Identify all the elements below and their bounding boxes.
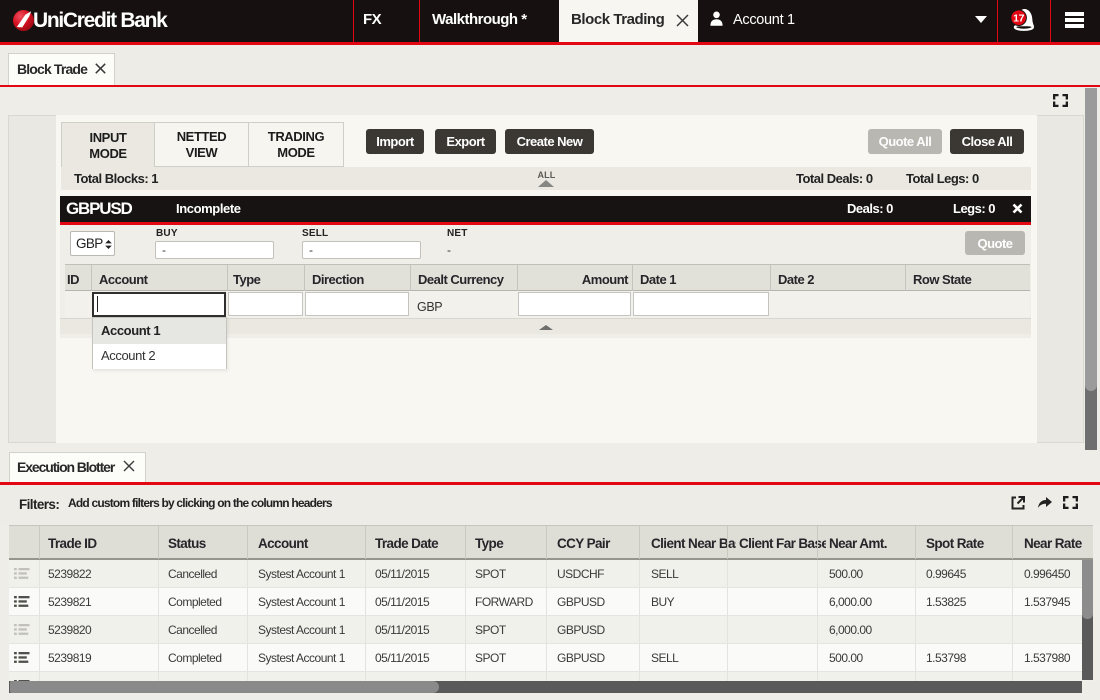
svg-text:17: 17 (1013, 12, 1024, 24)
